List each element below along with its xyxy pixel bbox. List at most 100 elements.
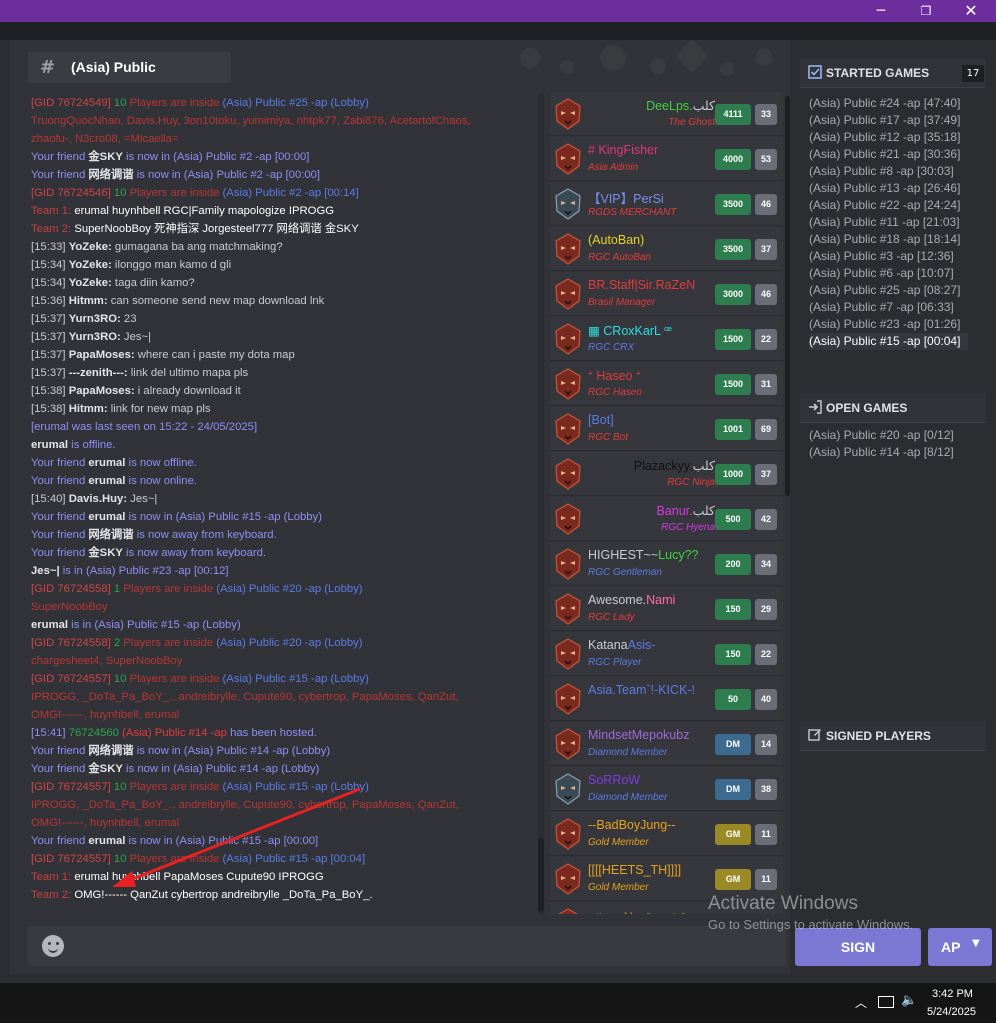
close-button[interactable]: ✕ xyxy=(948,0,994,22)
network-icon[interactable] xyxy=(878,996,894,1008)
chat-segment: is now away from keyboard. xyxy=(122,547,267,559)
chat-line: Team 1: erumal huynhbell PapaMoses Cuput… xyxy=(31,868,541,886)
player-row[interactable]: HIGHEST~~Lucy?? RGC Gentleman 200 34 xyxy=(550,542,783,586)
player-row[interactable]: Banur.كلب RGC Hyena 500 42 xyxy=(550,497,783,541)
player-row[interactable]: [Bot] RGC Bot 1001 69 xyxy=(550,407,783,451)
minimize-button[interactable]: ─ xyxy=(858,0,904,22)
player-row[interactable]: --BadBoyJung-- Gold Member GM 11 xyxy=(550,812,783,856)
player-score-badge: GM xyxy=(715,869,751,890)
started-game-item[interactable]: (Asia) Public #8 -ap [30:03] xyxy=(809,163,954,180)
chat-line: [GID 76724557] 10 Players are inside (As… xyxy=(31,778,541,796)
chat-segment: (Asia) Public #20 -ap (Lobby) xyxy=(213,637,363,649)
chat-segment: Jes~| xyxy=(127,493,158,505)
player-row[interactable]: 【VIP】PerSi RGDS MERCHANT 3500 46 xyxy=(550,182,783,226)
activate-windows-watermark: Activate Windows Go to Settings to activ… xyxy=(708,893,913,932)
player-name-text: BR.Staff|Sir.RaZeN xyxy=(588,278,696,292)
player-name: [[[[HEETS_TH]]]] xyxy=(588,863,681,877)
started-game-item[interactable]: (Asia) Public #15 -ap [00:04] xyxy=(809,333,969,350)
player-row[interactable]: ᐩ Haseo ᐩ RGC Haseo 1500 31 xyxy=(550,362,783,406)
chat-segment: is offline. xyxy=(68,439,116,451)
started-game-item[interactable]: (Asia) Public #22 -ap [24:24] xyxy=(809,197,960,214)
player-score-badge: DM xyxy=(715,779,751,800)
player-title: Gold Member xyxy=(588,882,649,893)
decoration-circle xyxy=(560,60,574,74)
player-row[interactable]: MindsetMepokubz Diamond Member DM 14 xyxy=(550,722,783,766)
started-game-item[interactable]: (Asia) Public #18 -ap [18:14] xyxy=(809,231,960,248)
chat-segment: 2 xyxy=(110,637,124,649)
player-avatar-icon xyxy=(553,592,583,626)
player-level-badge: 53 xyxy=(755,149,777,170)
player-title: RGC AutoBan xyxy=(588,252,651,263)
chat-segment: YoZeke: xyxy=(68,277,112,289)
started-game-item[interactable]: (Asia) Public #6 -ap [10:07] xyxy=(809,265,954,282)
player-name-suffix: Lucy?? xyxy=(658,548,699,562)
emoji-icon[interactable] xyxy=(42,935,64,957)
player-name-suffix: كلب xyxy=(692,504,715,518)
started-game-item[interactable]: (Asia) Public #25 -ap [08:27] xyxy=(809,282,960,299)
chat-segment: [GID 76724557] xyxy=(31,853,111,865)
started-game-item[interactable]: (Asia) Public #7 -ap [06:33] xyxy=(809,299,954,316)
player-row[interactable]: BR.Staff|Sir.RaZeN Brasil Manager 3000 46 xyxy=(550,272,783,316)
chat-input[interactable] xyxy=(27,926,786,966)
chat-line: [GID 76724546] 10 Players are inside (As… xyxy=(31,184,541,202)
started-game-item[interactable]: (Asia) Public #23 -ap [01:26] xyxy=(809,316,960,333)
clock-time[interactable]: 3:42 PM xyxy=(932,988,973,1000)
title-bar[interactable]: ─ ❐ ✕ xyxy=(0,0,996,22)
open-game-item[interactable]: (Asia) Public #14 -ap [8/12] xyxy=(809,444,954,461)
chat-segment: 金SKY xyxy=(88,151,123,163)
open-game-item[interactable]: (Asia) Public #20 -ap [0/12] xyxy=(809,427,954,444)
player-avatar-icon xyxy=(553,637,583,671)
started-game-item[interactable]: (Asia) Public #21 -ap [30:36] xyxy=(809,146,960,163)
started-game-item[interactable]: (Asia) Public #13 -ap [26:46] xyxy=(809,180,960,197)
chat-segment: i already download it xyxy=(134,385,241,397)
chat-segment: [GID 76724549] xyxy=(31,97,111,109)
maximize-button[interactable]: ❐ xyxy=(903,0,949,22)
player-level-badge: 34 xyxy=(755,554,777,575)
started-game-item[interactable]: (Asia) Public #12 -ap [35:18] xyxy=(809,129,960,146)
sign-button[interactable]: SIGN xyxy=(795,928,921,966)
chat-segment: SuperNoobBoy xyxy=(31,601,108,613)
player-name-text: Awesome. xyxy=(588,593,647,607)
clock-date[interactable]: 5/24/2025 xyxy=(927,1006,976,1018)
player-list-scrollbar[interactable] xyxy=(785,96,790,496)
player-row[interactable]: (AutoBan) RGC AutoBan 3500 37 xyxy=(550,227,783,271)
chat-segment: [15:34] xyxy=(31,259,69,271)
player-row[interactable]: SoRRoW Diamond Member DM 38 xyxy=(550,767,783,811)
chat-line: [15:34] YoZeke: taga diin kamo? xyxy=(31,274,541,292)
chat-scrollbar-thumb[interactable] xyxy=(538,838,544,912)
player-name: [Bot] xyxy=(588,413,614,427)
player-list[interactable]: DeeLps.كلب The Ghost 4111 33 # KingFisher Asi… xyxy=(550,92,783,914)
player-row[interactable]: KatanaAsis- RGC Player 150 22 xyxy=(550,632,783,676)
chat-scrollbar[interactable] xyxy=(538,94,544,914)
ap-dropdown-button[interactable]: AP xyxy=(928,928,992,966)
player-level-badge: 40 xyxy=(755,689,777,710)
chat-segment: Players are inside xyxy=(123,583,214,595)
started-game-item[interactable]: (Asia) Public #3 -ap [12:36] xyxy=(809,248,954,265)
started-game-item[interactable]: (Asia) Public #17 -ap [37:49] xyxy=(809,112,960,129)
chat-segment: erumal xyxy=(88,457,126,469)
chat-segment: where can i paste my dota map xyxy=(134,349,295,361)
chat-segment: Jes~| xyxy=(31,565,60,577)
player-name: Allstar神 - [Study] E xyxy=(588,908,697,914)
volume-icon[interactable]: 🔈 xyxy=(901,993,917,1008)
player-level-badge: 33 xyxy=(755,104,777,125)
player-row[interactable]: ▦ CRoxKarL ꟹ RGC CRX 1500 22 xyxy=(550,317,783,361)
player-row[interactable]: Asia.Team`!-KICK-! 50 40 xyxy=(550,677,783,721)
chevron-down-icon[interactable]: ▼ xyxy=(972,938,980,949)
player-name-suffix: كلب xyxy=(692,459,715,473)
player-title: RGC CRX xyxy=(588,342,635,353)
player-row[interactable]: Plazackyy.كلب RGC Ninja 1000 37 xyxy=(550,452,783,496)
chat-segment: IPROGG, _DoTa_Pa_BoY_., andreibrylle, Cu… xyxy=(31,799,459,811)
player-row[interactable]: DeeLps.كلب The Ghost 4111 33 xyxy=(550,92,783,136)
player-row[interactable]: Awesome.Nami RGC Lady 150 29 xyxy=(550,587,783,631)
chat-line: Team 2: SuperNoobBoy 死神指深 Jorgesteel777 … xyxy=(31,220,541,238)
player-row[interactable]: # KingFisher Asia Admin 4000 53 xyxy=(550,137,783,181)
chevron-up-icon[interactable]: ︿ xyxy=(855,994,867,1011)
chat-log[interactable]: [GID 76724549] 10 Players are inside (As… xyxy=(31,94,541,914)
player-title: RGC Lady xyxy=(588,612,635,623)
started-game-item[interactable]: (Asia) Public #24 -ap [47:40] xyxy=(809,95,960,112)
chat-segment: 10 xyxy=(110,853,130,865)
started-game-item[interactable]: (Asia) Public #11 -ap [21:03] xyxy=(809,214,960,231)
chat-segment: 76724560 xyxy=(68,727,123,739)
chat-segment: is now in (Asia) Public #14 -ap (Lobby) xyxy=(122,763,320,775)
